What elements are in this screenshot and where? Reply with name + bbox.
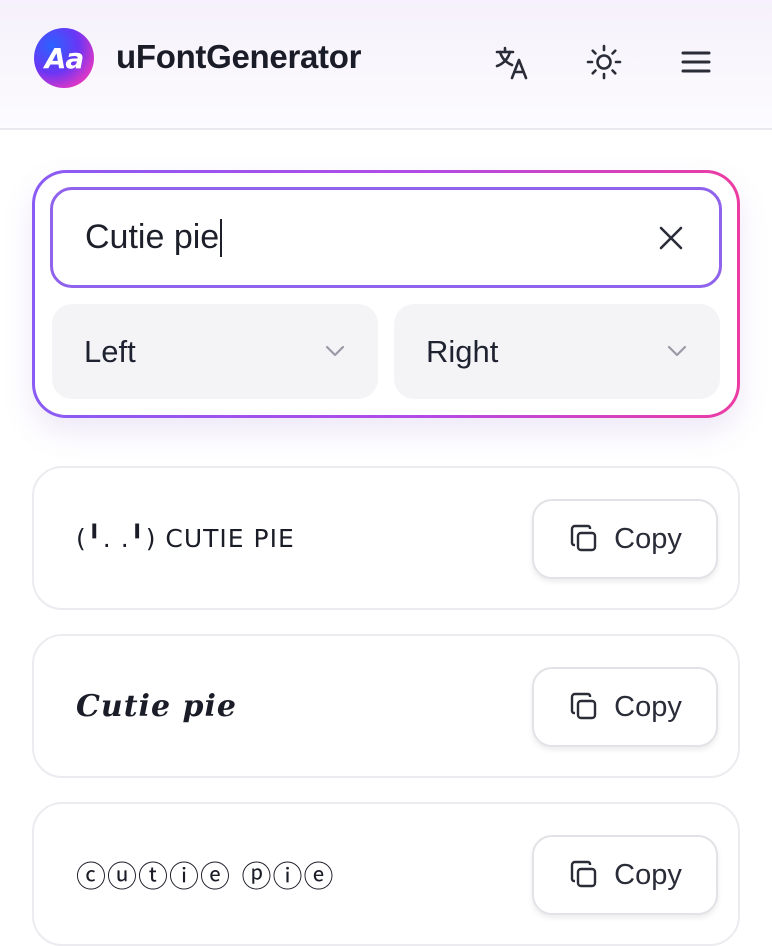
generator-panel: Cutie pie Left Right — [32, 170, 740, 418]
text-input-field[interactable]: Cutie pie — [50, 187, 722, 288]
copy-icon — [570, 524, 597, 552]
result-card: 𝑪𝒖𝒕𝒊𝒆 𝒑𝒊𝒆 Copy — [32, 634, 740, 778]
translate-icon[interactable] — [490, 40, 534, 84]
copy-button[interactable]: Copy — [532, 835, 718, 915]
copy-label: Copy — [614, 522, 682, 555]
copy-label: Copy — [614, 858, 682, 891]
copy-button[interactable]: Copy — [532, 499, 718, 579]
chevron-down-icon — [325, 345, 345, 357]
menu-icon[interactable] — [674, 40, 718, 84]
result-text: ⓒⓤⓣⓘⓔ ⓟⓘⓔ — [76, 860, 335, 895]
close-icon[interactable] — [653, 220, 689, 256]
right-decoration-select[interactable]: Right — [394, 304, 720, 399]
logo-text: Aa — [44, 41, 85, 75]
copy-icon — [570, 692, 597, 720]
left-decoration-select[interactable]: Left — [52, 304, 378, 399]
copy-label: Copy — [614, 690, 682, 723]
result-text: (╹. .╹) CUTIE PIE — [76, 523, 295, 553]
right-select-value: Right — [426, 334, 499, 369]
result-text: 𝑪𝒖𝒕𝒊𝒆 𝒑𝒊𝒆 — [76, 688, 237, 724]
copy-button[interactable]: Copy — [532, 667, 718, 747]
text-input-value[interactable]: Cutie pie — [85, 218, 219, 257]
copy-icon — [570, 860, 597, 888]
app-header: Aa uFontGenerator — [0, 0, 772, 130]
text-caret — [220, 218, 223, 257]
app-title[interactable]: uFontGenerator — [116, 38, 361, 76]
left-select-value: Left — [84, 334, 136, 369]
result-card: ⓒⓤⓣⓘⓔ ⓟⓘⓔ Copy — [32, 802, 740, 946]
sun-icon[interactable] — [582, 40, 626, 84]
chevron-down-icon — [667, 345, 687, 357]
app-logo[interactable]: Aa — [34, 28, 94, 88]
result-card: (╹. .╹) CUTIE PIE Copy — [32, 466, 740, 610]
